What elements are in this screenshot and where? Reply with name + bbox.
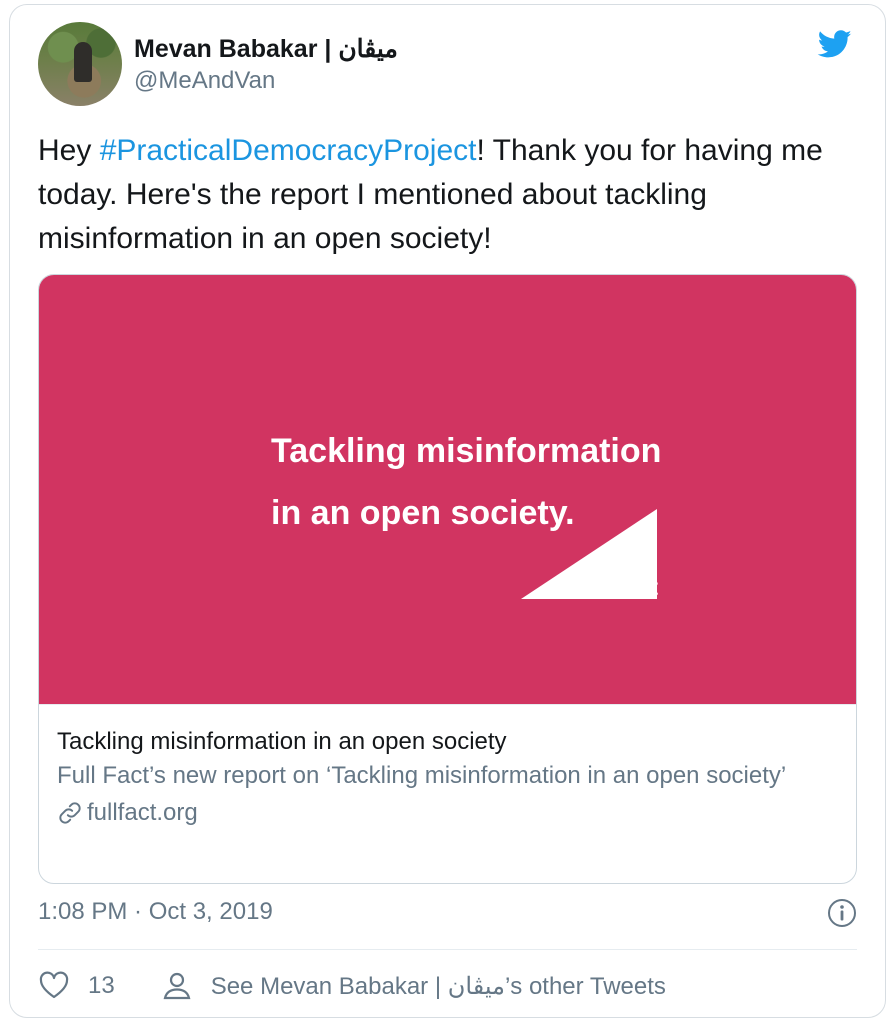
heart-icon (38, 970, 70, 1002)
card-image[interactable]: Tackling misinformation in an open socie… (39, 275, 856, 704)
see-other-tweets-label: See Mevan Babakar | ميڤان’s other Tweets (210, 972, 666, 1000)
card-image-headline-line1: Tackling misinformation (271, 432, 662, 470)
person-icon (161, 970, 193, 1002)
like-button[interactable]: 13 (38, 970, 115, 1002)
card-description: Full Fact’s new report on ‘Tackling misi… (57, 762, 787, 789)
info-icon[interactable] (827, 898, 857, 928)
avatar[interactable] (38, 22, 122, 106)
card-body[interactable]: Tackling misinformation in an open socie… (39, 704, 856, 830)
divider (38, 949, 857, 950)
like-count: 13 (88, 972, 115, 999)
tweet-text-start: Hey (38, 134, 100, 167)
tweet-text: Hey #PracticalDemocracyProject! Thank yo… (38, 129, 858, 261)
see-other-tweets-link[interactable]: See Mevan Babakar | ميڤان’s other Tweets (161, 970, 666, 1002)
tweet-embed: Mevan Babakar | ميڤان @MeAndVan Hey #Pra… (9, 4, 886, 1018)
card-domain-text: fullfact.org (87, 799, 198, 826)
hashtag-link[interactable]: #PracticalDemocracyProject (100, 134, 477, 167)
full-fact-logo: Full Fact (521, 509, 658, 600)
tweet-timestamp[interactable]: 1:08 PM · Oct 3, 2019 (38, 895, 273, 929)
author-block: Mevan Babakar | ميڤان @MeAndVan (134, 33, 398, 97)
link-card[interactable]: Tackling misinformation in an open socie… (38, 274, 857, 884)
author-display-name[interactable]: Mevan Babakar | ميڤان (134, 33, 398, 65)
tweet-actions: 13 See Mevan Babakar | ميڤان’s other Twe… (38, 967, 666, 1005)
full-fact-logo-text: Full Fact (571, 574, 658, 600)
card-domain[interactable]: fullfact.org (57, 796, 838, 830)
link-icon (57, 800, 83, 826)
twitter-bird-icon[interactable] (814, 27, 856, 61)
card-title[interactable]: Tackling misinformation in an open socie… (57, 725, 838, 759)
author-handle[interactable]: @MeAndVan (134, 65, 398, 97)
